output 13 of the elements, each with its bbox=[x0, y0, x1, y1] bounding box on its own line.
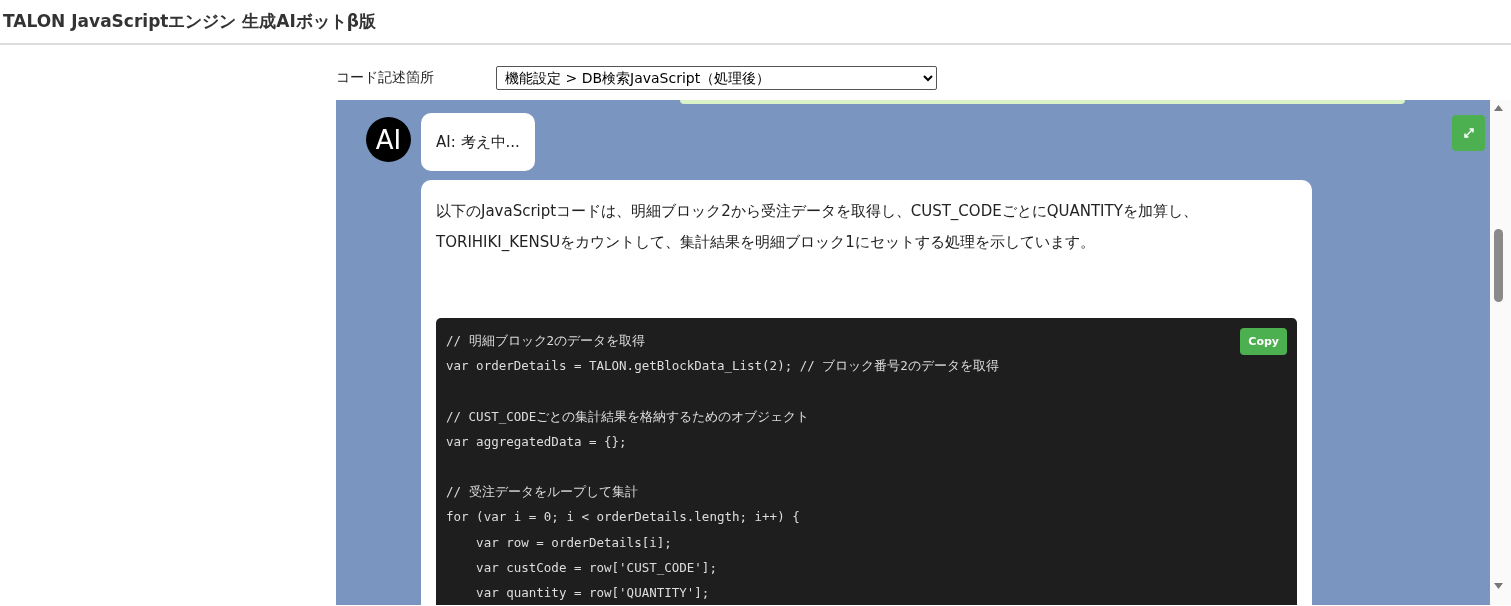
expand-button[interactable] bbox=[1452, 115, 1485, 151]
code-location-label: コード記述箇所 bbox=[336, 68, 435, 87]
scroll-thumb[interactable] bbox=[1494, 229, 1503, 302]
code-text: // 明細ブロック2のデータを取得 var orderDetails = TALON.getBlockData_List(2); // ブロック番号2のデータを取得 // CUST_CODEごとの集計結果を格納するためのオブジェクト var aggregatedData = {}; // 受注データをループして集計 for (var i = 0; i < orderDetails.length; i++) { var row = orderDetails[i]; var custCode = row['CUST_CODE']; var quantity = row['QUANTITY']; bbox=[446, 332, 999, 603]
answer-text: 以下のJavaScriptコードは、明細ブロック2から受注データを取得し、CUST_CODEごとにQUANTITYを加算し、TORIHIKI_KENSUをカウントして、集計結果を明細ブロック1にセットする処理を示しています。 bbox=[436, 201, 1199, 253]
diagonal-arrows-icon bbox=[1463, 128, 1474, 138]
ai-avatar: AI bbox=[366, 117, 411, 162]
scrollbar[interactable] bbox=[1490, 100, 1511, 605]
code-location-select[interactable]: 機能設定 > DB検索JavaScript（処理後） bbox=[496, 65, 937, 90]
app-title: TALON JavaScriptエンジン 生成AIボットβ版 bbox=[3, 10, 376, 33]
status-message: AI: 考え中... bbox=[421, 113, 535, 171]
scroll-up-icon[interactable] bbox=[1494, 105, 1503, 111]
scroll-down-icon[interactable] bbox=[1494, 583, 1503, 589]
